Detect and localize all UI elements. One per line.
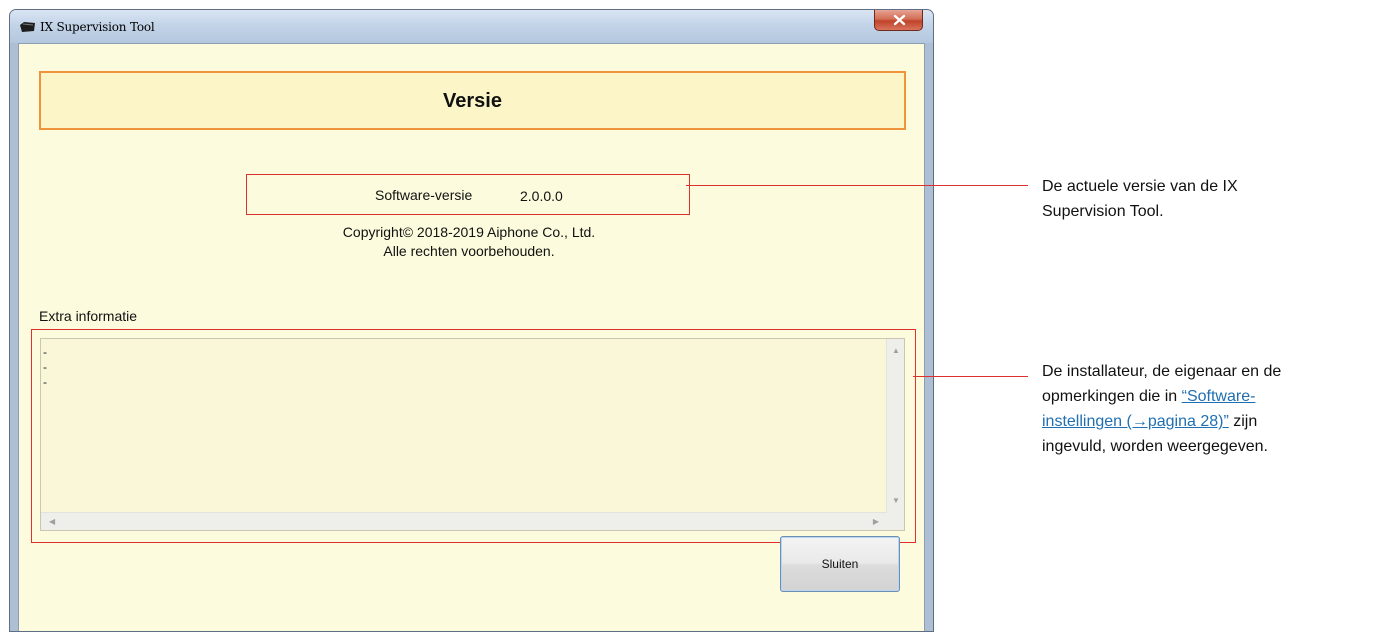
rights-text: Alle rechten voorbehouden. xyxy=(383,243,555,259)
copyright-text: Copyright© 2018-2019 Aiphone Co., Ltd. xyxy=(342,224,596,240)
info-note-line4: ingevuld, worden weergegeven. xyxy=(1042,438,1268,455)
software-settings-link-cont[interactable]: instellingen (→pagina 28)” xyxy=(1042,413,1229,430)
header-box: Versie xyxy=(39,71,906,130)
version-value: 2.0.0.0 xyxy=(520,188,563,204)
window-title: IX Supervision Tool xyxy=(40,20,155,34)
extra-info-highlight: - - - ▲ ▼ ◀ ▶ xyxy=(31,329,916,543)
software-settings-link[interactable]: “Software- xyxy=(1182,388,1256,405)
version-callout-line xyxy=(686,185,1028,186)
page-title: Versie xyxy=(443,90,502,112)
info-note-line2: opmerkingen die in “Software- xyxy=(1042,384,1281,409)
info-note-line1: De installateur, de eigenaar en de xyxy=(1042,363,1282,380)
title-bar: IX Supervision Tool xyxy=(10,10,933,43)
info-note: De installateur, de eigenaar en de opmer… xyxy=(1042,359,1281,459)
app-icon xyxy=(20,22,35,32)
vertical-scrollbar[interactable]: ▲ ▼ xyxy=(886,339,904,513)
close-icon xyxy=(893,14,906,26)
scrollbar-corner xyxy=(887,513,904,530)
info-note-line3: instellingen (→pagina 28)” zijn xyxy=(1042,409,1281,434)
horizontal-scrollbar[interactable]: ◀ ▶ xyxy=(41,512,887,530)
extra-info-textarea[interactable]: - - - ▲ ▼ ◀ ▶ xyxy=(40,338,905,531)
scroll-left-icon[interactable]: ◀ xyxy=(49,518,55,526)
close-dialog-button[interactable]: Sluiten xyxy=(780,536,900,592)
scroll-down-icon[interactable]: ▼ xyxy=(892,497,900,505)
info-note-line3-tail: zijn xyxy=(1228,413,1258,430)
version-note-line2: Supervision Tool. xyxy=(1042,203,1164,220)
app-window: IX Supervision Tool Versie Software-vers… xyxy=(9,9,934,632)
scroll-up-icon[interactable]: ▲ xyxy=(892,347,900,355)
version-highlight: Software-versie 2.0.0.0 xyxy=(246,174,690,215)
extra-info-text: - - - xyxy=(43,345,47,389)
info-note-line2-text: opmerkingen die in xyxy=(1042,388,1182,405)
scroll-right-icon[interactable]: ▶ xyxy=(873,518,879,526)
close-button[interactable] xyxy=(874,10,923,31)
extra-info-label: Extra informatie xyxy=(39,308,138,324)
version-note-line1: De actuele versie van de IX xyxy=(1042,178,1238,195)
dialog-body: Versie Software-versie 2.0.0.0 Copyright… xyxy=(18,43,925,631)
info-callout-line xyxy=(913,376,1028,377)
version-note: De actuele versie van de IX Supervision … xyxy=(1042,174,1238,224)
version-label: Software-versie xyxy=(375,187,473,203)
